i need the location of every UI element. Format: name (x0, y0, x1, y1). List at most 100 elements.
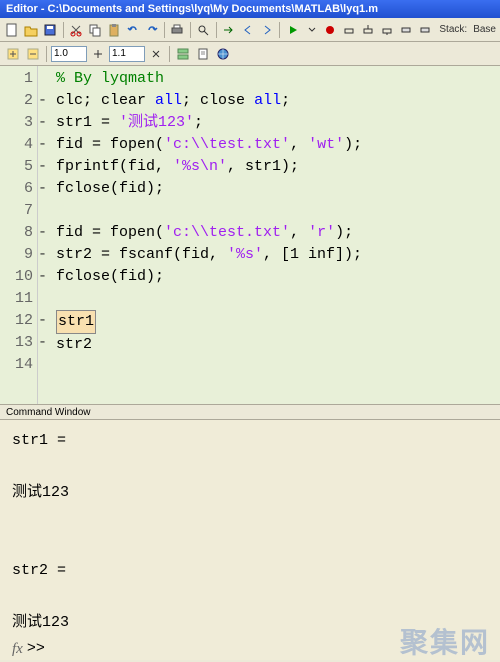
line-number: 11 (0, 288, 33, 310)
line-dash: - (38, 90, 50, 112)
line-dash: - (38, 244, 50, 266)
output-line: 测试123 (12, 480, 488, 506)
code-line[interactable]: str1 (56, 310, 492, 334)
output-line (12, 454, 488, 480)
continue-icon[interactable] (398, 21, 415, 39)
line-dash (38, 200, 50, 222)
breakpoint-icon[interactable] (322, 21, 339, 39)
line-number: 12 (0, 310, 33, 332)
save-icon[interactable] (42, 21, 59, 39)
line-number: 13 (0, 332, 33, 354)
line-number: 14 (0, 354, 33, 376)
publish-icon[interactable] (194, 45, 212, 63)
line-number: 8 (0, 222, 33, 244)
code-line[interactable]: str2 (56, 334, 492, 356)
zoom1-input[interactable] (51, 46, 87, 62)
stack-label: Stack: (439, 24, 467, 35)
toolbar-row-1: Stack: Base (0, 18, 500, 42)
line-number: 1 (0, 68, 33, 90)
line-dash: - (38, 310, 50, 332)
line-number-gutter: 1234567891011121314 (0, 66, 38, 404)
breakpoint-column[interactable]: ----- --- -- (38, 66, 50, 404)
open-file-icon[interactable] (23, 21, 40, 39)
stop-icon[interactable] (417, 21, 434, 39)
code-line[interactable]: fclose(fid); (56, 178, 492, 200)
find-icon[interactable] (195, 21, 212, 39)
line-dash: - (38, 332, 50, 354)
step-out-icon[interactable] (379, 21, 396, 39)
print-icon[interactable] (169, 21, 186, 39)
line-number: 5 (0, 156, 33, 178)
world-icon[interactable] (214, 45, 232, 63)
separator (169, 46, 170, 62)
run-dropdown-icon[interactable] (303, 21, 320, 39)
separator (216, 22, 217, 38)
command-window-label: Command Window (6, 407, 90, 418)
toolbar-row-2 (0, 42, 500, 66)
code-line[interactable]: fid = fopen('c:\\test.txt', 'wt'); (56, 134, 492, 156)
redo-icon[interactable] (143, 21, 160, 39)
code-line[interactable] (56, 200, 492, 222)
cell-minus-icon[interactable] (24, 45, 42, 63)
line-number: 2 (0, 90, 33, 112)
line-dash: - (38, 134, 50, 156)
line-dash: - (38, 156, 50, 178)
code-line[interactable] (56, 288, 492, 310)
prompt: >> (27, 636, 45, 662)
separator (190, 22, 191, 38)
code-line[interactable]: clc; clear all; close all; (56, 90, 492, 112)
run-icon[interactable] (284, 21, 301, 39)
line-number: 4 (0, 134, 33, 156)
goto-icon[interactable] (221, 21, 238, 39)
line-number: 6 (0, 178, 33, 200)
output-line (12, 506, 488, 532)
paste-icon[interactable] (105, 21, 122, 39)
watermark: 聚集网 (400, 630, 490, 656)
code-line[interactable]: % By lyqmath (56, 68, 492, 90)
code-area[interactable]: % By lyqmathclc; clear all; close all;st… (50, 66, 500, 404)
new-file-icon[interactable] (4, 21, 21, 39)
output-line (12, 584, 488, 610)
editor-pane: 1234567891011121314 ----- --- -- % By ly… (0, 66, 500, 404)
code-line[interactable]: fprintf(fid, '%s\n', str1); (56, 156, 492, 178)
code-line[interactable]: fclose(fid); (56, 266, 492, 288)
code-line[interactable]: str2 = fscanf(fid, '%s', [1 inf]); (56, 244, 492, 266)
command-output: str1 = 测试123 str2 = 测试123 (12, 428, 488, 636)
separator (164, 22, 165, 38)
line-dash (38, 354, 50, 376)
line-dash: - (38, 266, 50, 288)
line-number: 9 (0, 244, 33, 266)
window-title: Editor - C:\Documents and Settings\lyq\M… (6, 3, 378, 15)
line-dash: - (38, 222, 50, 244)
command-window-title: Command Window (0, 404, 500, 420)
output-line: str2 = (12, 558, 488, 584)
stack-value: Base (473, 24, 496, 35)
line-dash (38, 68, 50, 90)
forward-icon[interactable] (258, 21, 275, 39)
code-line[interactable]: str1 = '测试123'; (56, 112, 492, 134)
line-number: 3 (0, 112, 33, 134)
line-number: 10 (0, 266, 33, 288)
plus-icon[interactable] (89, 45, 107, 63)
fx-icon: fx (12, 636, 23, 662)
step-in-icon[interactable] (360, 21, 377, 39)
cut-icon[interactable] (68, 21, 85, 39)
undo-icon[interactable] (124, 21, 141, 39)
line-dash: - (38, 178, 50, 200)
separator (279, 22, 280, 38)
step-icon[interactable] (341, 21, 358, 39)
line-dash (38, 288, 50, 310)
line-number: 7 (0, 200, 33, 222)
back-icon[interactable] (240, 21, 257, 39)
code-line[interactable]: fid = fopen('c:\\test.txt', 'r'); (56, 222, 492, 244)
separator (46, 46, 47, 62)
cell-mode-icon[interactable] (174, 45, 192, 63)
separator (63, 22, 64, 38)
times-icon[interactable] (147, 45, 165, 63)
code-line[interactable] (56, 356, 492, 378)
output-line (12, 532, 488, 558)
copy-icon[interactable] (87, 21, 104, 39)
zoom2-input[interactable] (109, 46, 145, 62)
command-window[interactable]: str1 = 测试123 str2 = 测试123 fx >> 聚集网 (0, 420, 500, 660)
cell-plus-icon[interactable] (4, 45, 22, 63)
